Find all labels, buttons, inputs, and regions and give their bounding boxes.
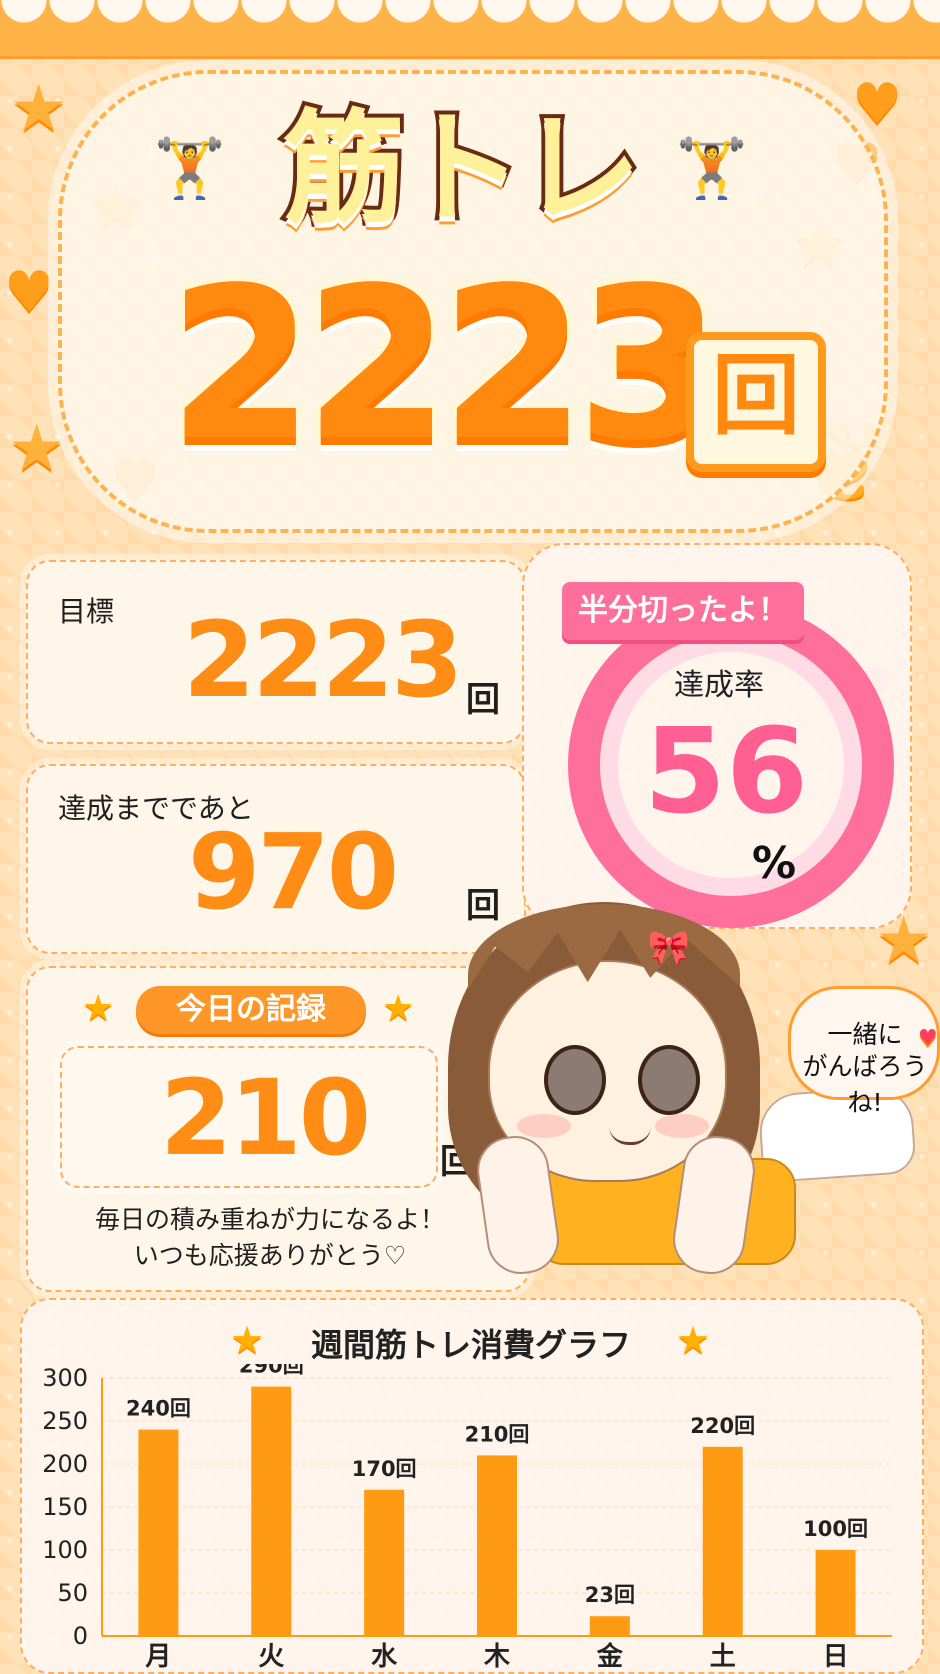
remaining-value: 970	[188, 811, 399, 933]
lace-header	[0, 0, 940, 59]
chart-bar	[477, 1455, 517, 1636]
today-value: 210	[160, 1057, 371, 1179]
weekly-bar-chart: 0 50 100 150 200 250 300 240回月 290回火 170回水 210回木 23…	[42, 1364, 892, 1670]
total-unit: 回	[686, 332, 826, 472]
x-tick-label: 土	[710, 1642, 736, 1670]
today-message-line-2: いつも応援ありがとう♡	[133, 1241, 407, 1270]
page-title: 筋トレ	[279, 98, 645, 240]
x-tick-label: 火	[258, 1642, 284, 1670]
chart-bar	[364, 1489, 405, 1636]
weightlifter-icon: 🏋️	[675, 134, 749, 202]
y-tick-label: 50	[57, 1579, 88, 1607]
character-blush	[655, 1114, 709, 1138]
chart-bar	[815, 1550, 856, 1636]
heart-icon: ♥	[852, 72, 903, 137]
hair-bow-icon: 🎀	[647, 928, 691, 968]
x-tick-label: 木	[483, 1642, 510, 1670]
bar-value-label: 290回	[239, 1364, 304, 1378]
today-message-line-1: 毎日の積み重ねが力になるよ！	[94, 1205, 445, 1234]
x-tick-label: 月	[144, 1642, 171, 1670]
progress-ribbon: 半分切ったよ！	[562, 582, 804, 640]
character-eye	[544, 1045, 606, 1115]
x-tick-label: 水	[371, 1642, 398, 1670]
y-tick-label: 150	[42, 1493, 88, 1521]
goal-label: 目標	[58, 595, 115, 628]
y-tick-label: 100	[42, 1536, 88, 1564]
x-tick-label: 日	[823, 1642, 849, 1670]
character-blush	[517, 1114, 571, 1138]
character-eye	[638, 1045, 700, 1115]
goal-unit: 回	[466, 680, 500, 720]
y-tick-label: 300	[42, 1364, 88, 1392]
star-icon: ★	[8, 412, 66, 486]
chart-bar	[702, 1446, 743, 1636]
star-icon: ★	[82, 988, 115, 1029]
bar-value-label: 23回	[585, 1583, 635, 1607]
star-icon: ★	[10, 72, 68, 146]
weightlifter-icon: 🏋️	[153, 134, 227, 202]
progress-value: 56	[643, 702, 809, 840]
today-badge: 今日の記録	[136, 986, 366, 1034]
chart-bar	[589, 1616, 630, 1636]
goal-value: 2223	[183, 599, 463, 721]
bar-value-label: 210回	[465, 1422, 530, 1446]
bar-value-label: 240回	[126, 1397, 191, 1421]
y-tick-label: 200	[42, 1450, 88, 1478]
y-tick-label: 0	[73, 1622, 88, 1650]
speech-line-2: がんばろうね!	[802, 1052, 928, 1117]
progress-label: 達成率	[674, 668, 764, 703]
star-icon: ★	[382, 988, 415, 1029]
total-count: 2223	[163, 242, 727, 487]
heart-icon: ♥	[4, 260, 55, 325]
chart-bar	[138, 1429, 179, 1636]
bar-value-label: 100回	[803, 1517, 868, 1541]
star-icon: ★	[676, 1318, 711, 1362]
heart-icon: ♥	[918, 1026, 938, 1051]
chart-title: 週間筋トレ消費グラフ	[310, 1326, 631, 1364]
y-tick-label: 250	[42, 1407, 88, 1435]
x-tick-label: 金	[596, 1641, 624, 1670]
bar-value-label: 170回	[352, 1457, 417, 1481]
star-icon: ★	[230, 1318, 265, 1362]
chart-bar	[251, 1386, 292, 1636]
bar-value-label: 220回	[690, 1414, 755, 1438]
